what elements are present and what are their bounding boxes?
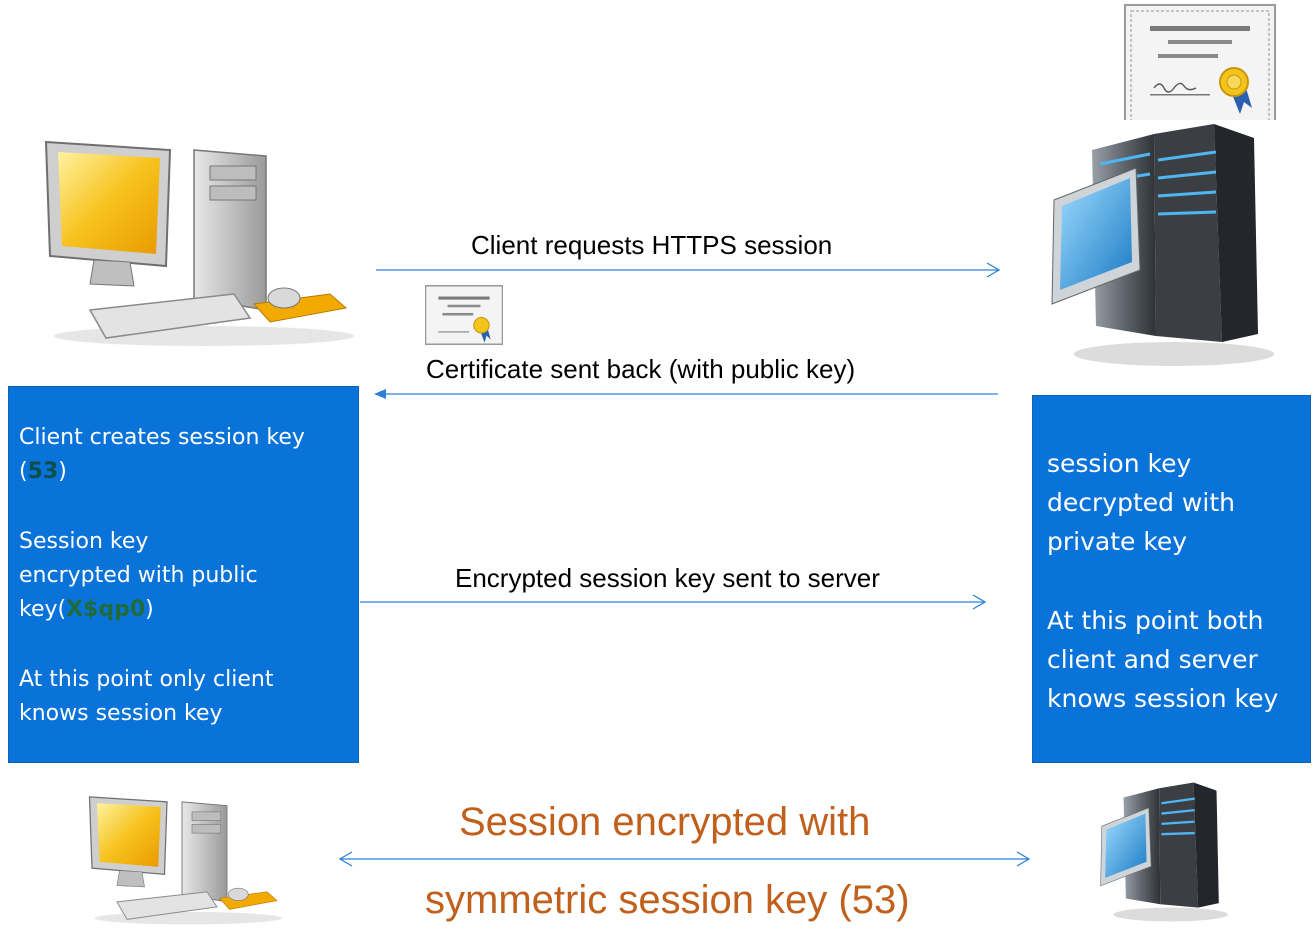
desktop-computer-small-icon — [88, 796, 282, 925]
session-line1: Session encrypted with — [459, 800, 871, 844]
server-tower-icon — [1051, 124, 1274, 366]
request-label: Client requests HTTPS session — [471, 230, 833, 260]
client-line4: encrypted with public — [19, 563, 258, 588]
client-key-line: (53) — [19, 459, 67, 484]
encrypted-key-label: Encrypted session key sent to server — [455, 563, 880, 593]
certificate-label: Certificate sent back (with public key) — [426, 354, 856, 384]
certificate-small-icon — [425, 285, 503, 345]
certificate-icon — [1124, 4, 1276, 120]
server-line5: client and server — [1047, 645, 1258, 674]
session-line2: symmetric session key (53) — [425, 878, 910, 922]
server-line6: knows session key — [1047, 684, 1279, 713]
server-line2: decrypted with — [1047, 488, 1235, 517]
encrypted-key-value: X$qp0 — [66, 597, 146, 622]
server-line4: At this point both — [1047, 606, 1264, 635]
client-enc-line: key(X$qp0) — [19, 597, 154, 622]
client-line1: Client creates session key — [19, 425, 305, 450]
desktop-computer-icon — [44, 140, 354, 346]
client-line6: At this point only client — [19, 667, 274, 692]
server-info-box: session key decrypted with private key A… — [1032, 395, 1311, 763]
server-line3: private key — [1047, 527, 1188, 556]
client-info-box: Client creates session key (53) Session … — [8, 386, 359, 763]
client-line3: Session key — [19, 529, 149, 554]
session-key-value: 53 — [27, 459, 59, 484]
server-line1: session key — [1047, 449, 1192, 478]
server-tower-small-icon — [1100, 782, 1228, 922]
client-line7: knows session key — [19, 701, 223, 726]
